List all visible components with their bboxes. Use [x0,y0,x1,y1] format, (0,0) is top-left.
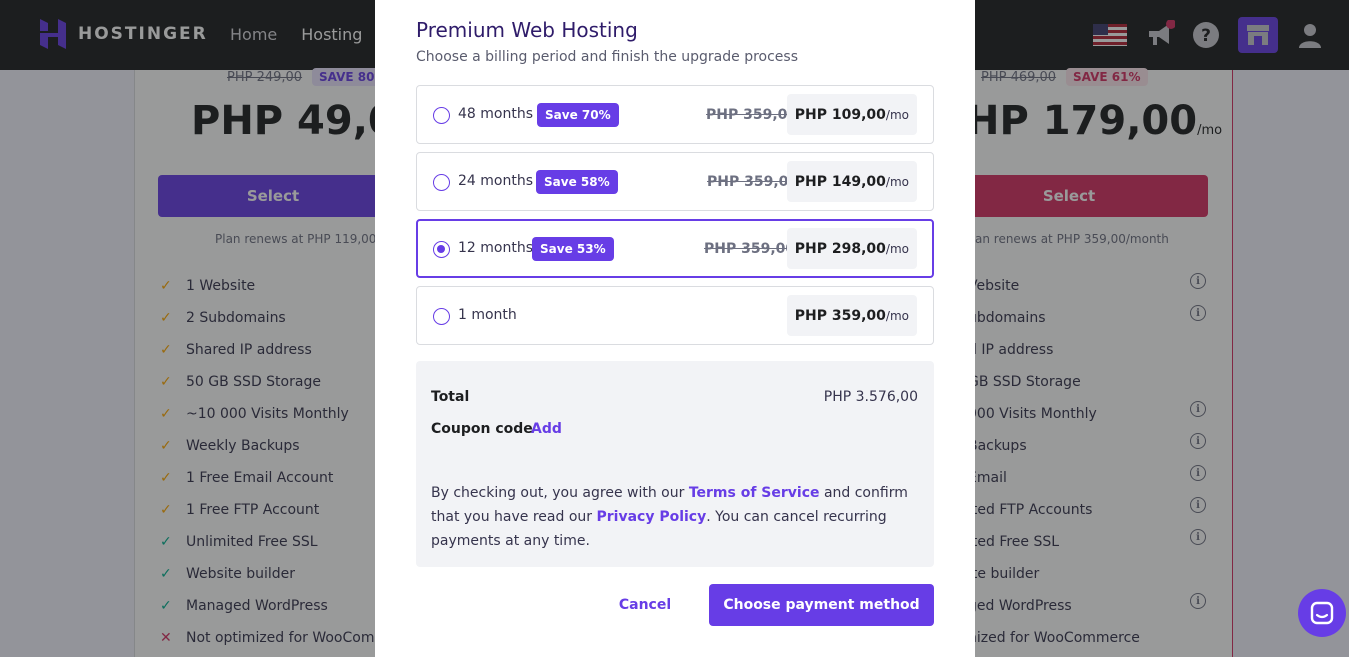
price-unit: /mo [885,107,909,122]
modal-title: Premium Web Hosting [416,18,638,42]
option-label: 24 months [458,173,533,189]
add-coupon-link[interactable]: Add [531,421,562,437]
option-price: PHP 359,00/mo [786,295,917,336]
cancel-button[interactable]: Cancel [601,584,689,626]
price-value: PHP 298,00 [794,240,886,257]
option-label: 48 months [458,106,533,122]
order-summary: Total PHP 3.576,00 Coupon code Add By ch… [416,361,934,567]
old-price: PHP 359,00 [706,107,798,123]
total-value: PHP 3.576,00 [823,389,918,405]
radio-button-selected[interactable] [433,241,450,258]
chat-button[interactable] [1298,589,1346,637]
option-label: 12 months [458,240,533,256]
billing-option-24-months[interactable]: 24 months Save 58% PHP 359,00 PHP 149,00… [416,152,934,211]
price-value: PHP 359,00 [794,307,886,324]
chat-icon [1310,601,1334,625]
option-label: 1 month [458,307,517,323]
option-price: PHP 109,00/mo [786,94,917,135]
radio-button[interactable] [433,174,450,191]
modal-subtitle: Choose a billing period and finish the u… [416,49,799,65]
radio-button[interactable] [433,308,450,325]
terms-of-service-link[interactable]: Terms of Service [689,485,820,501]
billing-option-1-month[interactable]: 1 month PHP 359,00/mo [416,286,934,345]
price-value: PHP 149,00 [794,173,886,190]
billing-option-12-months[interactable]: 12 months Save 53% PHP 359,00 PHP 298,00… [416,219,934,278]
save-badge: Save 58% [536,170,618,194]
choose-payment-method-button[interactable]: Choose payment method [709,584,934,626]
price-unit: /mo [885,308,909,323]
price-unit: /mo [885,241,909,256]
old-price: PHP 359,00 [707,174,799,190]
old-price: PHP 359,00 [704,241,796,257]
option-price: PHP 149,00/mo [786,161,917,202]
privacy-policy-link[interactable]: Privacy Policy [596,509,706,525]
price-value: PHP 109,00 [794,106,886,123]
save-badge: Save 70% [537,103,619,127]
billing-option-48-months[interactable]: 48 months Save 70% PHP 359,00 PHP 109,00… [416,85,934,144]
price-unit: /mo [885,174,909,189]
legal-notice: By checking out, you agree with our Term… [431,481,921,553]
option-price: PHP 298,00/mo [786,228,917,269]
total-label: Total [431,389,470,405]
coupon-label: Coupon code [431,421,533,437]
billing-period-modal: Premium Web Hosting Choose a billing per… [375,0,975,657]
save-badge: Save 53% [532,237,614,261]
legal-text: By checking out, you agree with our [431,485,689,501]
radio-button[interactable] [433,107,450,124]
